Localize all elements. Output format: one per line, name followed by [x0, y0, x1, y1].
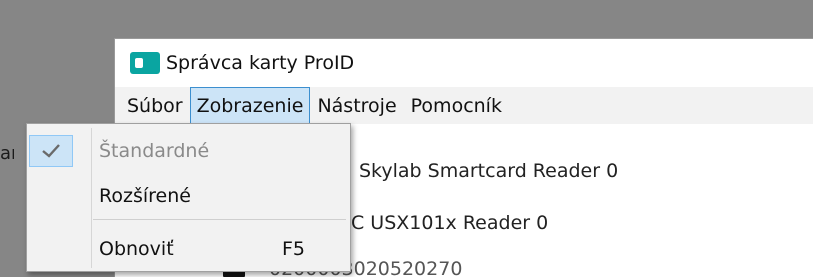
menu-view[interactable]: Zobrazenie: [189, 87, 311, 124]
menu-item-refresh-label: Obnoviť: [99, 238, 174, 260]
checkmark-icon: [42, 144, 60, 158]
menu-file[interactable]: Súbor: [120, 87, 190, 124]
menu-item-standard-label: Štandardné: [99, 140, 210, 162]
checkmark-highlight: [29, 135, 73, 167]
list-item-reader-2[interactable]: C USX101x Reader 0: [351, 212, 548, 234]
menu-item-extended-label: Rozšírené: [99, 185, 191, 207]
menu-tools[interactable]: Nástroje: [310, 87, 403, 124]
window-title: Správca karty ProID: [166, 52, 355, 74]
menu-item-refresh-shortcut: F5: [282, 238, 306, 260]
menu-bar: Súbor Zobrazenie Nástroje Pomocník: [115, 87, 813, 124]
menu-item-extended[interactable]: Rozšírené: [27, 177, 350, 215]
menu-help[interactable]: Pomocník: [404, 87, 509, 124]
menu-separator: [93, 219, 346, 220]
menu-item-refresh[interactable]: Obnoviť F5: [27, 230, 350, 268]
list-item-reader-1[interactable]: Skylab Smartcard Reader 0: [359, 160, 618, 182]
view-dropdown-menu: Štandardné Rozšírené Obnoviť F5: [26, 123, 351, 272]
id-card-icon: [130, 50, 160, 76]
menu-item-standard[interactable]: Štandardné: [27, 132, 350, 170]
desktop-fragment-text: ar: [0, 143, 14, 164]
title-bar: Správca karty ProID: [115, 39, 813, 87]
